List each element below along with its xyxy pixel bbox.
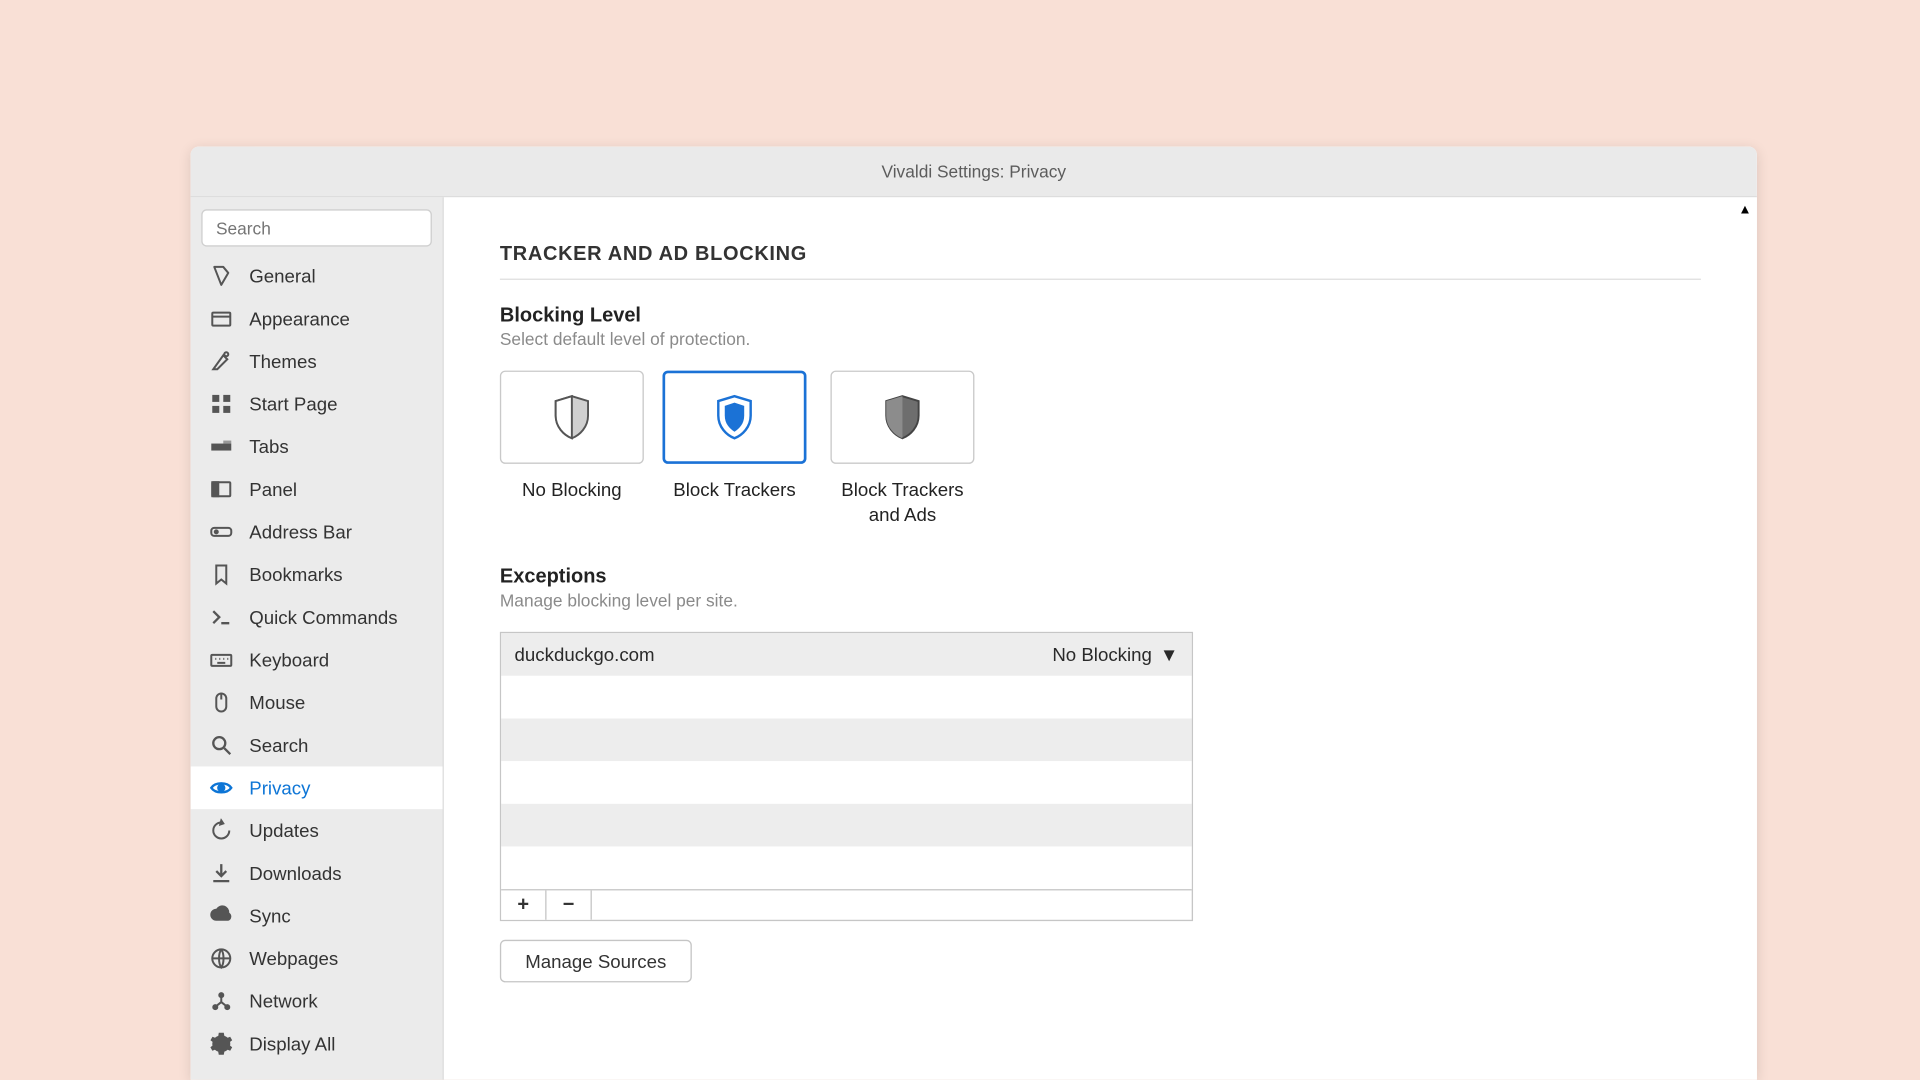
sidebar-item-panel[interactable]: Panel <box>191 468 443 511</box>
sidebar-label: Quick Commands <box>249 607 397 628</box>
sidebar-item-themes[interactable]: Themes <box>191 340 443 383</box>
chevron-down-icon: ▼ <box>1160 644 1178 665</box>
sidebar-label: Panel <box>249 479 297 500</box>
exception-level-label: No Blocking <box>1052 644 1152 665</box>
blocking-options: No Blocking Block Trackers Block Tracker… <box>500 371 1701 528</box>
privacy-icon <box>209 776 233 800</box>
bookmarks-icon <box>209 563 233 587</box>
sidebar-label: Start Page <box>249 393 337 414</box>
sidebar-label: Updates <box>249 820 319 841</box>
sidebar-label: Network <box>249 990 317 1011</box>
sidebar-item-updates[interactable]: Updates <box>191 809 443 852</box>
blocking-subtitle: Blocking Level <box>500 304 1701 327</box>
sidebar-label: Keyboard <box>249 649 329 670</box>
window-title: Vivaldi Settings: Privacy <box>191 147 1757 198</box>
exception-row-empty <box>501 761 1191 804</box>
keyboard-icon <box>209 648 233 672</box>
remove-exception-button[interactable]: − <box>547 890 592 919</box>
exception-row-empty <box>501 804 1191 847</box>
sidebar-label: Appearance <box>249 308 350 329</box>
address-bar-icon <box>209 520 233 544</box>
sidebar-item-mouse[interactable]: Mouse <box>191 681 443 724</box>
sidebar-item-search[interactable]: Search <box>191 724 443 767</box>
search-input[interactable] <box>201 209 432 246</box>
exception-domain: duckduckgo.com <box>515 644 1053 665</box>
sidebar-label: Display All <box>249 1033 335 1054</box>
sidebar-label: General <box>249 265 315 286</box>
exception-level-select[interactable]: No Blocking ▼ <box>1052 644 1178 665</box>
shield-none-icon <box>500 371 644 464</box>
option-label: No Blocking <box>522 477 622 502</box>
add-exception-button[interactable]: + <box>501 890 546 919</box>
blocking-hint: Select default level of protection. <box>500 329 1701 349</box>
quick-commands-icon <box>209 605 233 629</box>
general-icon <box>209 264 233 288</box>
exception-row[interactable]: duckduckgo.com No Blocking ▼ <box>501 633 1191 676</box>
sidebar-label: Privacy <box>249 777 310 798</box>
exceptions-list: duckduckgo.com No Blocking ▼ + − <box>500 632 1193 921</box>
settings-window: Vivaldi Settings: Privacy General Appear… <box>191 147 1757 1080</box>
sidebar-item-general[interactable]: General <box>191 255 443 298</box>
sidebar-item-network[interactable]: Network <box>191 980 443 1023</box>
panel-icon <box>209 477 233 501</box>
start-page-icon <box>209 392 233 416</box>
sidebar-item-address-bar[interactable]: Address Bar <box>191 511 443 554</box>
gear-icon <box>209 1032 233 1056</box>
sidebar-label: Mouse <box>249 692 305 713</box>
sidebar-label: Downloads <box>249 862 341 883</box>
sidebar-item-start-page[interactable]: Start Page <box>191 383 443 426</box>
sidebar-label: Sync <box>249 905 290 926</box>
exception-toolbar: + − <box>501 889 1191 920</box>
search-icon <box>209 733 233 757</box>
sidebar-item-quick-commands[interactable]: Quick Commands <box>191 596 443 639</box>
option-block-trackers[interactable]: Block Trackers <box>663 371 807 528</box>
search-container <box>201 209 432 246</box>
sidebar-item-privacy[interactable]: Privacy <box>191 766 443 809</box>
sidebar-item-webpages[interactable]: Webpages <box>191 937 443 980</box>
appearance-icon <box>209 307 233 331</box>
shield-full-icon <box>830 371 974 464</box>
sidebar: General Appearance Themes Start Page Tab… <box>191 197 444 1079</box>
mouse-icon <box>209 690 233 714</box>
sidebar-label: Themes <box>249 351 316 372</box>
sidebar-item-bookmarks[interactable]: Bookmarks <box>191 553 443 596</box>
sidebar-label: Bookmarks <box>249 564 342 585</box>
webpages-icon <box>209 946 233 970</box>
option-label: Block Trackers and Ads <box>825 477 980 527</box>
exceptions-subtitle: Exceptions <box>500 565 1701 588</box>
manage-sources-button[interactable]: Manage Sources <box>500 939 692 982</box>
section-title: TRACKER AND AD BLOCKING <box>500 243 1701 280</box>
updates-icon <box>209 818 233 842</box>
sidebar-label: Webpages <box>249 948 338 969</box>
exception-row-empty <box>501 846 1191 889</box>
themes-icon <box>209 349 233 373</box>
scroll-up-arrow[interactable]: ▲ <box>1738 203 1751 218</box>
sidebar-label: Address Bar <box>249 521 352 542</box>
network-icon <box>209 989 233 1013</box>
sidebar-item-tabs[interactable]: Tabs <box>191 425 443 468</box>
option-block-trackers-ads[interactable]: Block Trackers and Ads <box>825 371 980 528</box>
sync-icon <box>209 904 233 928</box>
sidebar-item-downloads[interactable]: Downloads <box>191 852 443 895</box>
exception-row-empty <box>501 676 1191 719</box>
sidebar-item-sync[interactable]: Sync <box>191 894 443 937</box>
shield-trackers-icon <box>663 371 807 464</box>
exceptions-hint: Manage blocking level per site. <box>500 590 1701 610</box>
option-no-blocking[interactable]: No Blocking <box>500 371 644 528</box>
sidebar-label: Search <box>249 734 308 755</box>
sidebar-item-display-all[interactable]: Display All <box>191 1022 443 1065</box>
option-label: Block Trackers <box>673 477 795 502</box>
tabs-icon <box>209 435 233 459</box>
sidebar-label: Tabs <box>249 436 288 457</box>
content-area: ▲ TRACKER AND AD BLOCKING Blocking Level… <box>444 197 1757 1079</box>
sidebar-item-keyboard[interactable]: Keyboard <box>191 639 443 682</box>
sidebar-item-appearance[interactable]: Appearance <box>191 297 443 340</box>
exception-row-empty <box>501 718 1191 761</box>
downloads-icon <box>209 861 233 885</box>
